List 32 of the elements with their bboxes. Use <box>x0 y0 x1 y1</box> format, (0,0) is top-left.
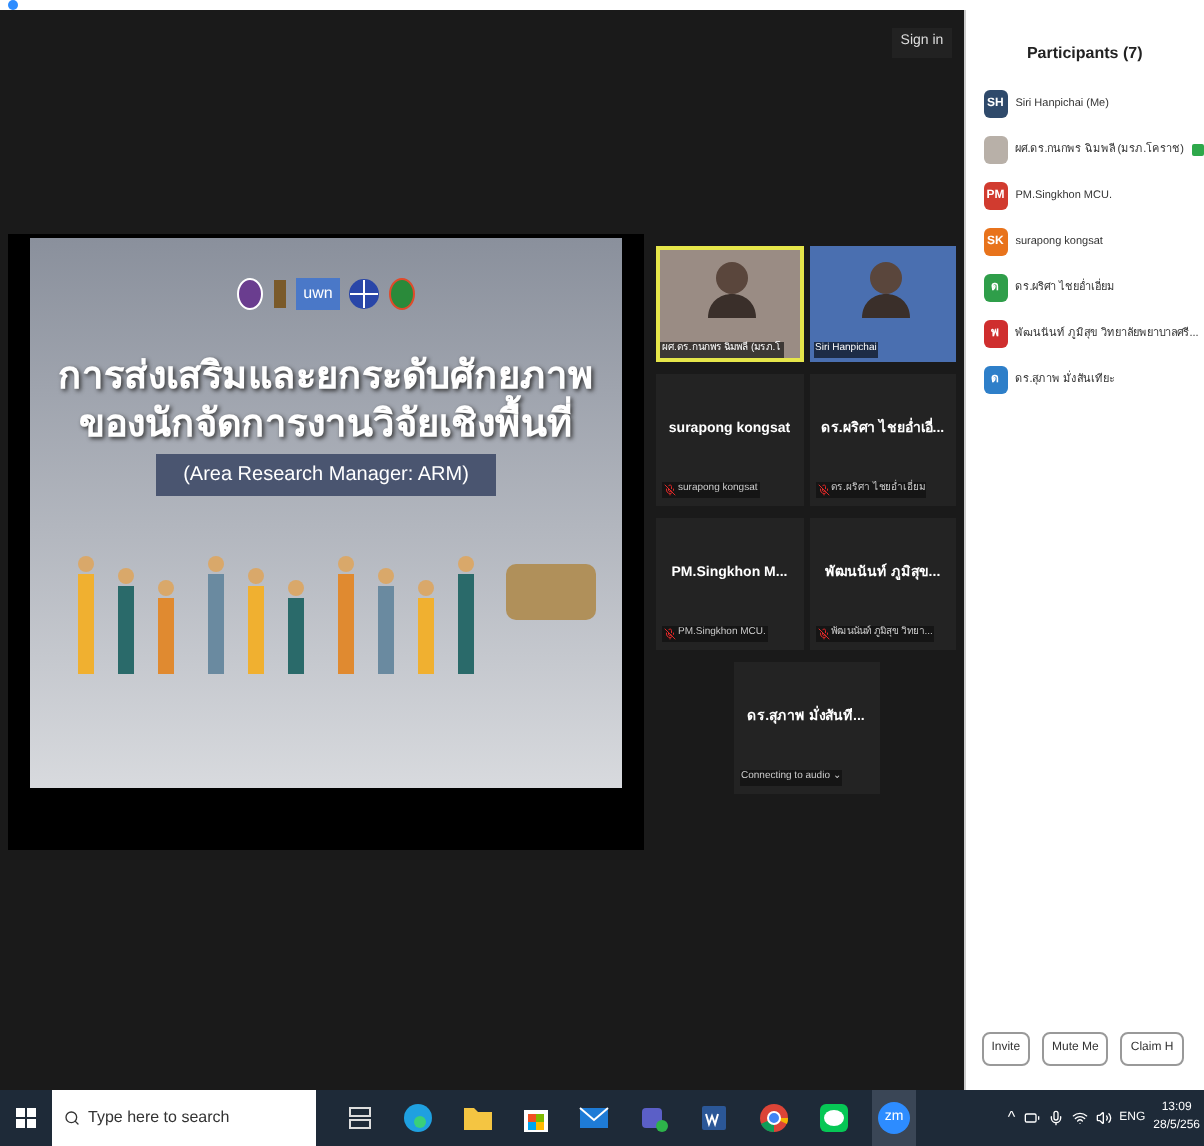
speaker-icon[interactable] <box>1095 1110 1112 1126</box>
folder-icon[interactable] <box>462 1104 494 1132</box>
muted-mic-icon <box>664 483 676 496</box>
browser-icon[interactable] <box>758 1102 790 1134</box>
people-icon[interactable] <box>638 1102 670 1134</box>
task-view-icon[interactable] <box>346 1104 374 1132</box>
windows-start-icon[interactable] <box>16 1108 36 1128</box>
battery-icon[interactable] <box>1023 1110 1040 1126</box>
search-input[interactable]: Type here to search <box>88 1106 304 1130</box>
muted-mic-icon <box>817 483 829 496</box>
muted-mic-icon <box>664 627 676 640</box>
browser-icon[interactable] <box>402 1102 434 1134</box>
microphone-icon[interactable] <box>1047 1110 1064 1126</box>
taskbar-search-field[interactable]: Type here to search <box>52 1090 316 1146</box>
panel-title: Participants (7) <box>1024 42 1145 66</box>
emblem-logo-icon <box>271 277 288 309</box>
logo-badge: uwn <box>295 277 341 309</box>
app-logo-icon <box>8 0 18 10</box>
muted-mic-icon <box>817 627 829 640</box>
person-silhouette-icon <box>704 257 760 317</box>
seal-logo-icon <box>388 277 417 309</box>
slide-subtitle: (Area Research Manager: ARM) <box>155 453 497 495</box>
mail-icon[interactable] <box>578 1104 610 1132</box>
document-icon[interactable] <box>698 1102 730 1134</box>
wifi-icon[interactable] <box>1071 1110 1088 1126</box>
search-icon <box>64 1108 80 1128</box>
slide-title-line: การส่งเสริมและยกระดับศักยภาพ <box>58 353 594 397</box>
tray-caret[interactable]: ^ <box>1007 1106 1016 1130</box>
globe-logo-icon <box>348 277 381 309</box>
person-silhouette-icon <box>857 257 913 317</box>
chat-icon[interactable] <box>818 1102 850 1134</box>
seal-logo-icon <box>235 277 264 309</box>
